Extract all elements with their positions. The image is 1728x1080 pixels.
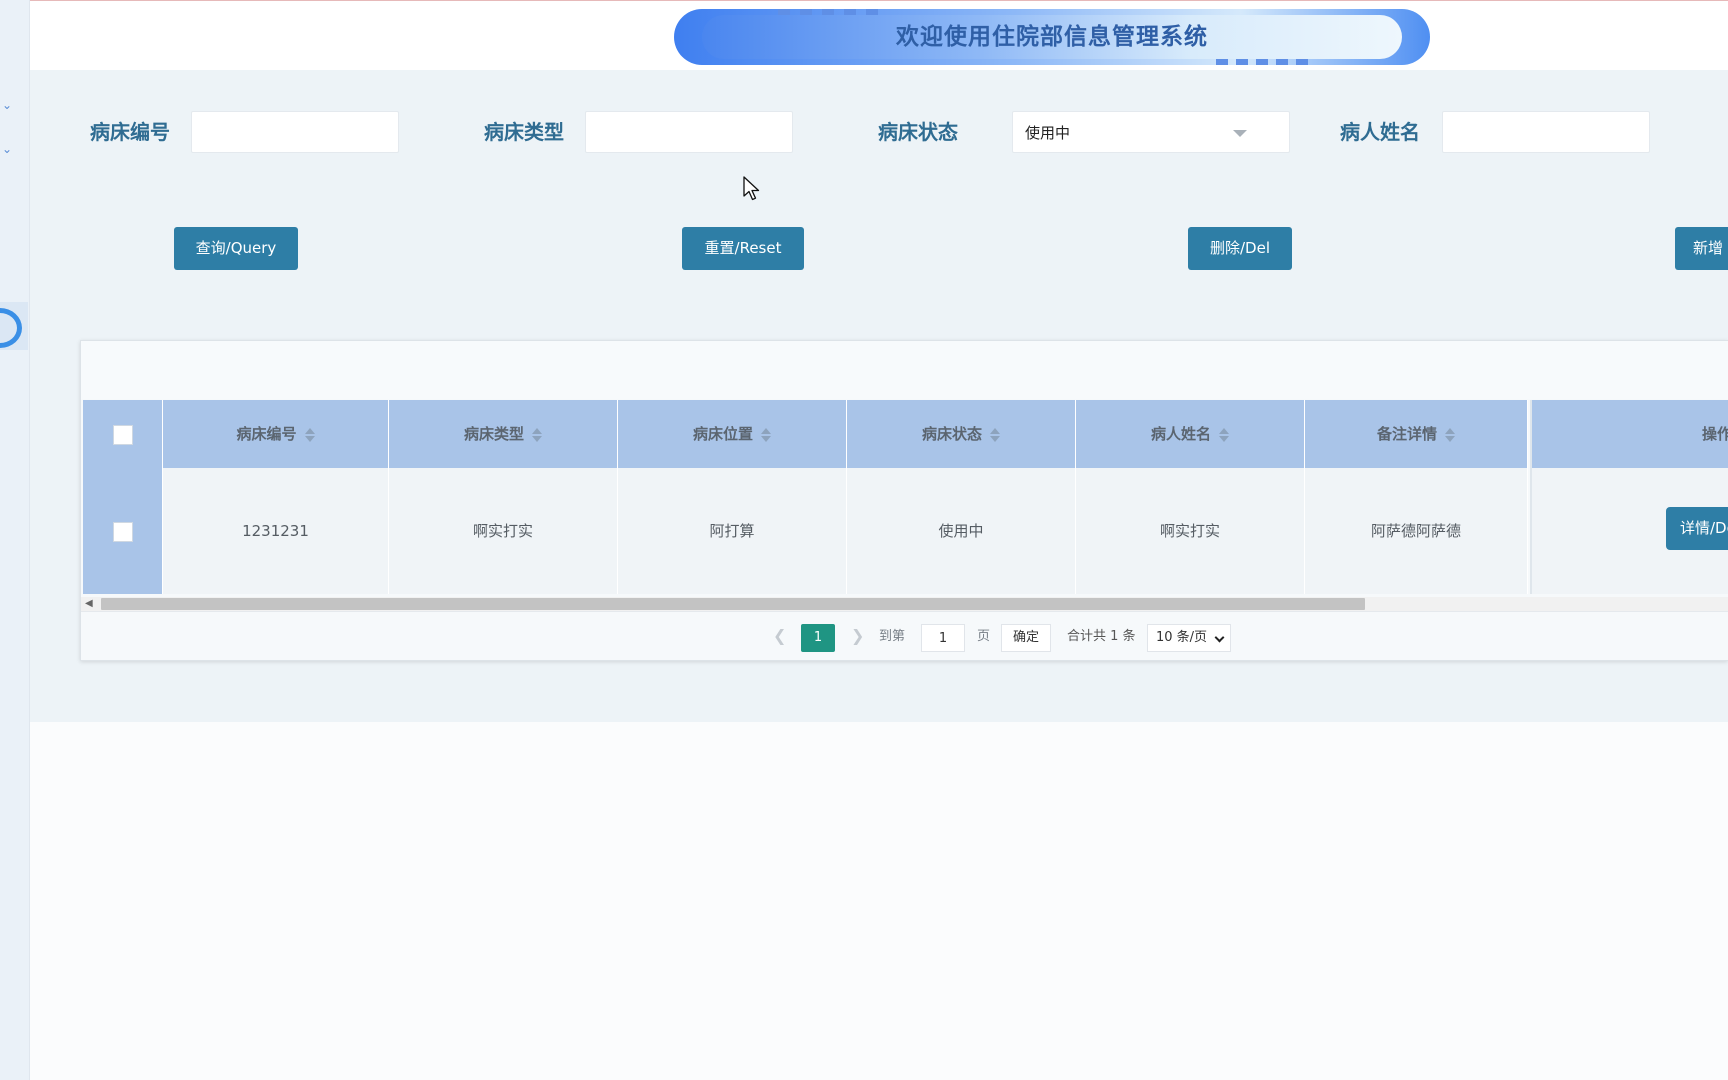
total-count-label: 合计共 1 条 xyxy=(1067,629,1136,644)
reset-button[interactable]: 重置/Reset xyxy=(682,227,804,270)
table-row: 1231231 啊实打实 阿打算 使用中 啊实打实 阿萨德阿萨德 详情/De xyxy=(83,468,1728,594)
chevron-down-icon[interactable]: ⌄ xyxy=(0,142,14,156)
bed-status-select[interactable]: 使用中 xyxy=(1012,111,1290,153)
bed-status-value: 使用中 xyxy=(1025,124,1071,142)
patient-name-label: 病人姓名 xyxy=(1340,120,1420,144)
select-all-checkbox[interactable] xyxy=(112,424,133,445)
bed-type-label: 病床类型 xyxy=(484,120,564,144)
caret-down-icon xyxy=(1233,130,1247,137)
table-toolbar xyxy=(81,341,1728,399)
chevron-down-icon xyxy=(1214,632,1225,643)
sort-icon[interactable] xyxy=(761,427,771,443)
cell-patient-name: 啊实打实 xyxy=(1076,468,1305,594)
app-root: ⌄ ⌄ 欢迎使用住院部信息管理系统 病床编号 病床类型 病床状态 使用中 病人姓… xyxy=(0,0,1728,1080)
row-checkbox[interactable] xyxy=(112,521,133,542)
scroll-left-icon[interactable]: ◀ xyxy=(85,599,93,609)
sort-icon[interactable] xyxy=(1445,427,1455,443)
goto-confirm-button[interactable]: 确定 xyxy=(1001,624,1051,652)
prev-page-icon[interactable]: ❮ xyxy=(773,626,786,645)
page-size-select[interactable]: 10 条/页 xyxy=(1147,624,1231,652)
column-header-bed-type[interactable]: 病床类型 xyxy=(389,400,618,468)
header-select-all-cell xyxy=(83,400,163,468)
column-header-bed-no[interactable]: 病床编号 xyxy=(163,400,389,468)
header: 欢迎使用住院部信息管理系统 xyxy=(30,0,1728,70)
delete-button[interactable]: 删除/Del xyxy=(1188,227,1292,270)
bed-no-label: 病床编号 xyxy=(90,120,170,144)
mouse-cursor-icon xyxy=(743,176,760,201)
page-1-button[interactable]: 1 xyxy=(801,624,835,652)
column-header-label: 操作 xyxy=(1702,425,1728,443)
goto-page-input[interactable] xyxy=(921,624,965,652)
column-header-bed-status[interactable]: 病床状态 xyxy=(847,400,1076,468)
cell-bed-type: 啊实打实 xyxy=(389,468,618,594)
cell-bed-status: 使用中 xyxy=(847,468,1076,594)
column-header-actions: 操作 xyxy=(1530,400,1728,468)
page-size-value: 10 条/页 xyxy=(1156,630,1208,645)
sort-icon[interactable] xyxy=(532,427,542,443)
add-button[interactable]: 新增 xyxy=(1675,227,1728,270)
row-select-cell xyxy=(83,468,163,594)
goto-suffix-label: 页 xyxy=(977,629,991,644)
table-card: 病床编号 病床类型 病床位置 病床状态 病人姓名 备注详情 操作 xyxy=(80,340,1728,661)
column-header-label: 病床位置 xyxy=(692,425,753,443)
sort-icon[interactable] xyxy=(304,427,315,443)
sort-icon[interactable] xyxy=(990,427,1000,443)
sidebar: ⌄ ⌄ xyxy=(0,0,30,1080)
chevron-down-icon[interactable]: ⌄ xyxy=(0,98,14,112)
bed-type-input[interactable] xyxy=(585,111,793,153)
column-header-label: 备注详情 xyxy=(1376,425,1437,443)
column-header-label: 病人姓名 xyxy=(1150,425,1211,443)
horizontal-scrollbar[interactable]: ◀ xyxy=(81,597,1728,611)
bed-no-input[interactable] xyxy=(191,111,399,153)
scrollbar-thumb[interactable] xyxy=(101,598,1365,610)
table-header-row: 病床编号 病床类型 病床位置 病床状态 病人姓名 备注详情 操作 xyxy=(83,400,1728,468)
bed-status-label: 病床状态 xyxy=(878,120,958,144)
column-header-label: 病床状态 xyxy=(921,425,982,443)
column-header-bed-location[interactable]: 病床位置 xyxy=(618,400,847,468)
sort-icon[interactable] xyxy=(1219,427,1229,443)
patient-name-input[interactable] xyxy=(1442,111,1650,153)
column-header-remarks[interactable]: 备注详情 xyxy=(1305,400,1528,468)
page-title: 欢迎使用住院部信息管理系统 xyxy=(896,24,1208,50)
title-banner: 欢迎使用住院部信息管理系统 xyxy=(674,9,1430,65)
pagination: ❮ 1 ❯ 到第 页 确定 合计共 1 条 10 条/页 xyxy=(81,611,1728,660)
goto-prefix-label: 到第 xyxy=(879,629,906,644)
query-button[interactable]: 查询/Query xyxy=(174,227,298,270)
column-header-label: 病床编号 xyxy=(236,425,297,443)
cell-bed-no: 1231231 xyxy=(163,468,389,594)
cell-remarks: 阿萨德阿萨德 xyxy=(1305,468,1528,594)
column-header-patient-name[interactable]: 病人姓名 xyxy=(1076,400,1305,468)
cell-bed-location: 阿打算 xyxy=(618,468,847,594)
detail-button[interactable]: 详情/De xyxy=(1666,507,1728,550)
cell-actions: 详情/De xyxy=(1530,468,1728,594)
next-page-icon[interactable]: ❯ xyxy=(851,626,864,645)
column-header-label: 病床类型 xyxy=(463,425,524,443)
